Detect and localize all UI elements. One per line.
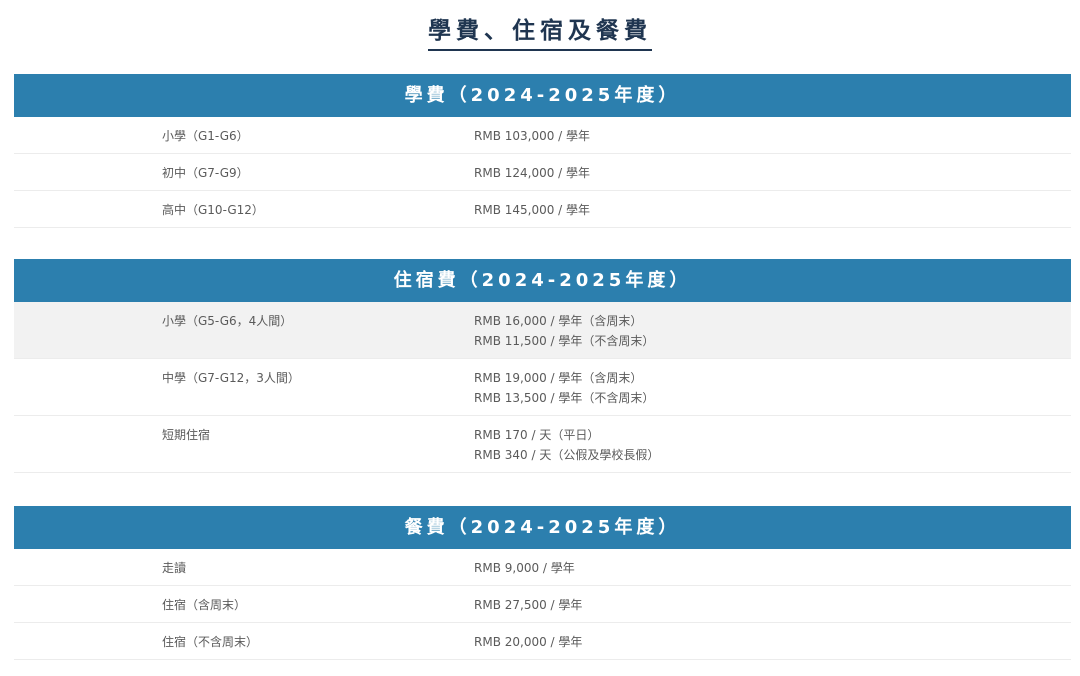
row-label: 中學（G7-G12，3人間） [162, 371, 300, 385]
row-value: RMB 103,000 / 學年 [474, 129, 591, 143]
table-row: 住宿（含周末） RMB 27,500 / 學年 [14, 586, 1071, 623]
boarding-section: 住宿費（2024-2025年度） 小學（G5-G6，4人間） RMB 16,00… [14, 259, 1071, 473]
boarding-header: 住宿費（2024-2025年度） [14, 259, 1071, 302]
fees-page: 學費、住宿及餐費 學費（2024-2025年度） 小學（G1-G6） RMB 1… [0, 0, 1080, 676]
row-label: 住宿（不含周末） [162, 635, 259, 649]
table-row: 初中（G7-G9） RMB 124,000 / 學年 [14, 154, 1071, 191]
table-row: 小學（G1-G6） RMB 103,000 / 學年 [14, 117, 1071, 154]
row-label: 短期住宿 [162, 428, 211, 442]
table-row: 短期住宿 RMB 170 / 天（平日） RMB 340 / 天（公假及學校長假… [14, 416, 1071, 473]
meals-header: 餐費（2024-2025年度） [14, 506, 1071, 549]
row-value: RMB 170 / 天（平日） RMB 340 / 天（公假及學校長假） [474, 425, 659, 465]
row-value-line: RMB 19,000 / 學年（含周末） [474, 371, 643, 385]
row-value: RMB 145,000 / 學年 [474, 203, 591, 217]
row-label: 小學（G1-G6） [162, 129, 249, 143]
row-value: RMB 20,000 / 學年 [474, 635, 583, 649]
page-title-container: 學費、住宿及餐費 [0, 16, 1080, 51]
row-value: RMB 16,000 / 學年（含周末） RMB 11,500 / 學年（不含周… [474, 311, 654, 351]
row-value-line: RMB 340 / 天（公假及學校長假） [474, 448, 660, 462]
table-row: 中學（G7-G12，3人間） RMB 19,000 / 學年（含周末） RMB … [14, 359, 1071, 416]
row-label: 走讀 [162, 561, 187, 575]
table-row: 住宿（不含周末） RMB 20,000 / 學年 [14, 623, 1071, 660]
row-value: RMB 124,000 / 學年 [474, 166, 591, 180]
table-row: 小學（G5-G6，4人間） RMB 16,000 / 學年（含周末） RMB 1… [14, 302, 1071, 359]
table-row: 走讀 RMB 9,000 / 學年 [14, 549, 1071, 586]
row-value-line: RMB 11,500 / 學年（不含周末） [474, 334, 655, 348]
row-value-line: RMB 13,500 / 學年（不含周末） [474, 391, 655, 405]
row-label: 高中（G10-G12） [162, 203, 264, 217]
meals-section: 餐費（2024-2025年度） 走讀 RMB 9,000 / 學年 住宿（含周末… [14, 506, 1071, 660]
row-value-line: RMB 16,000 / 學年（含周末） [474, 314, 643, 328]
tuition-section: 學費（2024-2025年度） 小學（G1-G6） RMB 103,000 / … [14, 74, 1071, 228]
table-row: 高中（G10-G12） RMB 145,000 / 學年 [14, 191, 1071, 228]
row-label: 住宿（含周末） [162, 598, 247, 612]
row-label: 初中（G7-G9） [162, 166, 249, 180]
row-value: RMB 19,000 / 學年（含周末） RMB 13,500 / 學年（不含周… [474, 368, 654, 408]
page-title: 學費、住宿及餐費 [428, 16, 652, 51]
row-value: RMB 9,000 / 學年 [474, 561, 575, 575]
tuition-header: 學費（2024-2025年度） [14, 74, 1071, 117]
row-label: 小學（G5-G6，4人間） [162, 314, 293, 328]
row-value-line: RMB 170 / 天（平日） [474, 428, 600, 442]
row-value: RMB 27,500 / 學年 [474, 598, 583, 612]
